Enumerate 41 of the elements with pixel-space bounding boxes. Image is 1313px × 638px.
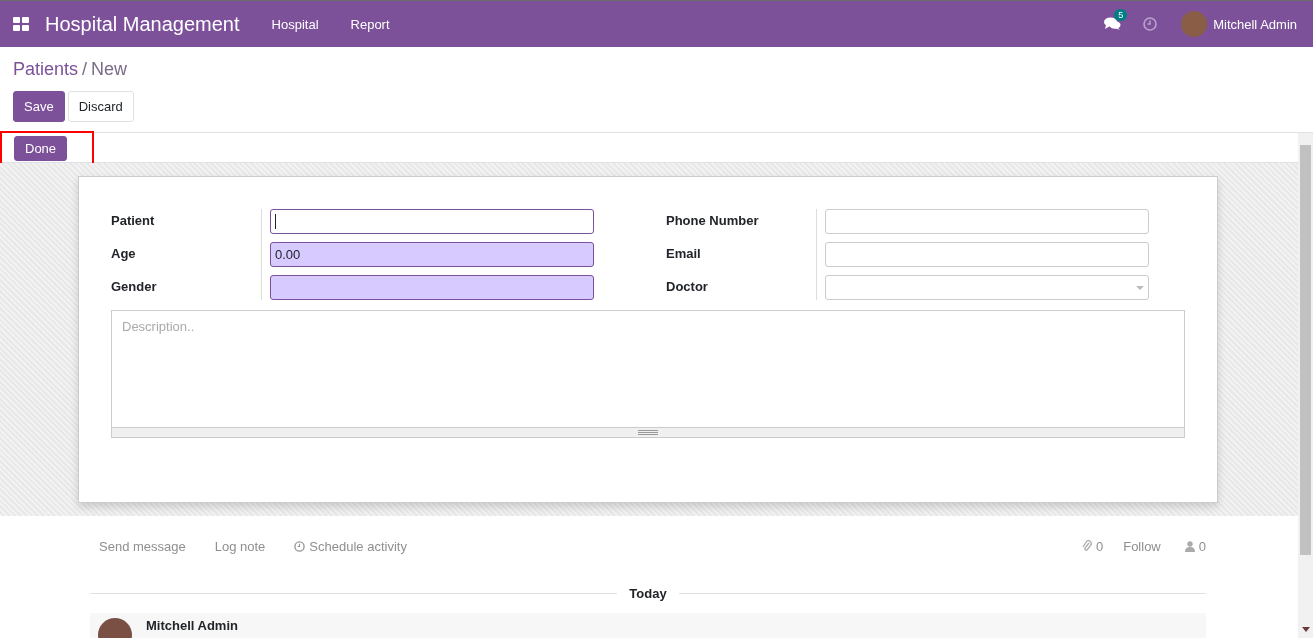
person-icon[interactable] xyxy=(1184,540,1195,552)
chatter-action[interactable]: Schedule activity xyxy=(285,538,407,554)
paperclip-icon[interactable] xyxy=(1081,540,1092,552)
clock-icon[interactable] xyxy=(1143,17,1158,31)
input-field[interactable]: 0.00 xyxy=(270,242,594,267)
field-label: Gender xyxy=(111,279,158,295)
text-cursor xyxy=(275,214,276,229)
follow-link[interactable]: Follow xyxy=(1115,538,1169,554)
field-label: Patient xyxy=(111,213,156,229)
attachment-count[interactable]: 0 xyxy=(1095,538,1104,554)
field-label: Email xyxy=(666,246,702,262)
chatter-action[interactable]: Log note xyxy=(205,538,266,554)
breadcrumb-current: New xyxy=(91,59,128,80)
description-field[interactable]: Description.. xyxy=(111,310,1185,427)
chat-bubbles-icon[interactable] xyxy=(1104,17,1122,31)
message-author: Mitchell Admin xyxy=(146,618,238,635)
scroll-down-icon[interactable] xyxy=(1301,627,1310,632)
input-field[interactable] xyxy=(270,275,594,300)
dropdown-field[interactable] xyxy=(825,275,1149,300)
scrollbar[interactable] xyxy=(1298,133,1313,638)
field-label: Age xyxy=(111,246,137,262)
dropdown-caret-icon xyxy=(1136,286,1144,290)
message-count-badge: 5 xyxy=(1114,9,1128,21)
done-button[interactable]: Done xyxy=(14,136,68,161)
field-label: Phone Number xyxy=(666,213,760,229)
menu-item[interactable]: Report xyxy=(334,16,406,32)
follower-count[interactable]: 0 xyxy=(1198,538,1206,554)
input-field[interactable] xyxy=(270,209,594,234)
field-label: Doctor xyxy=(666,279,709,295)
breadcrumb-separator: / xyxy=(82,59,88,80)
app-title[interactable]: Hospital Management xyxy=(45,12,240,36)
date-separator: Today xyxy=(629,585,667,601)
save-button[interactable]: Save xyxy=(13,91,65,122)
resize-handle-icon[interactable] xyxy=(638,430,658,435)
breadcrumb-link[interactable]: Patients xyxy=(13,59,79,80)
discard-button[interactable]: Discard xyxy=(67,91,134,122)
user-name[interactable]: Mitchell Admin xyxy=(1213,16,1297,32)
chatter-action[interactable]: Send message xyxy=(90,538,186,554)
clock-icon xyxy=(294,540,306,552)
apps-grid-icon[interactable] xyxy=(13,17,29,31)
menu-item[interactable]: Hospital xyxy=(255,16,335,32)
